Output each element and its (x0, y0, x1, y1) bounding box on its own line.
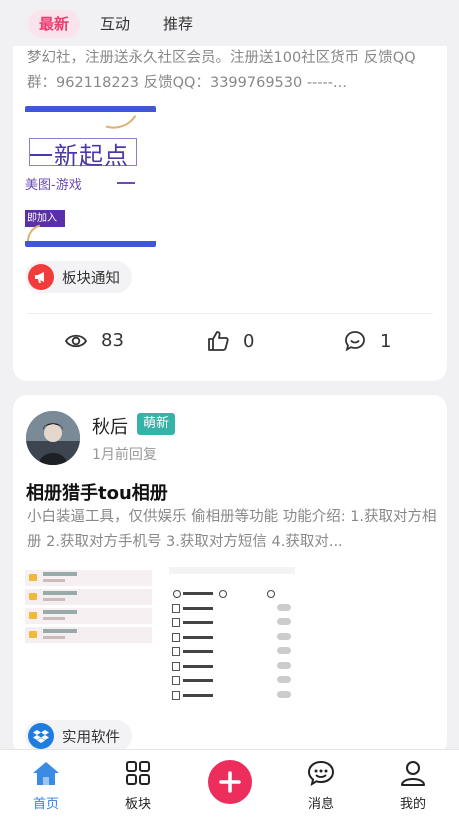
user-level-badge: 萌新 (137, 413, 176, 435)
post-card[interactable]: 秋后 萌新 1月前回复 相册猎手tou相册 小白装逼工具，仅供娱乐 偷相册等功能… (13, 395, 447, 755)
top-tab-bar: 最新 互动 推荐 (0, 0, 459, 46)
post-title[interactable]: 相册猎手tou相册 (26, 479, 168, 505)
like-count-value: 0 (243, 330, 255, 352)
tab-recommended[interactable]: 推荐 (163, 10, 193, 38)
nav-home-label: 首页 (32, 797, 59, 812)
comment-icon (345, 331, 365, 352)
view-count: 83 (65, 330, 124, 351)
thumbnail-dash (117, 182, 135, 184)
eye-icon (65, 334, 87, 347)
dropbox-icon (28, 723, 54, 749)
post-card[interactable]: 梦幻社，注册送永久社区会员。注册送100社区货币 反馈QQ群：962118223… (13, 0, 447, 381)
tab-interaction[interactable]: 互动 (100, 10, 130, 38)
new-post-button[interactable] (208, 760, 252, 804)
like-button[interactable]: 0 (207, 330, 254, 352)
post-timestamp: 1月前回复 (92, 447, 157, 463)
post-image[interactable] (169, 567, 295, 707)
chat-icon (307, 760, 335, 786)
grid-icon (126, 761, 150, 785)
category-tag[interactable]: 板块通知 (25, 261, 132, 293)
thumbnail-decoration (90, 106, 144, 135)
megaphone-icon (28, 264, 54, 290)
thumbs-up-icon (208, 331, 229, 351)
post-snippet: 梦幻社，注册送永久社区会员。注册送100社区货币 反馈QQ群：962118223… (27, 50, 416, 91)
stats-divider (27, 313, 433, 314)
thumbnail-subtitle: 美图-游戏 (25, 178, 82, 193)
user-icon (401, 761, 425, 786)
avatar[interactable] (26, 411, 80, 465)
nav-profile-label: 我的 (399, 797, 426, 812)
nav-boards-label: 板块 (124, 797, 151, 812)
category-tag-label: 板块通知 (62, 270, 120, 287)
nav-messages-label: 消息 (307, 797, 334, 812)
category-tag[interactable]: 实用软件 (25, 720, 132, 752)
thumbnail-headline: 一新起点 (29, 142, 129, 170)
comment-button[interactable]: 1 (344, 330, 391, 352)
post-thumbnail[interactable]: 一新起点 美图-游戏 即加入 (25, 106, 156, 247)
category-tag-label: 实用软件 (62, 729, 120, 746)
post-snippet: 小白装逼工具，仅供娱乐 偷相册等功能 功能介绍: 1.获取对方相册 2.获取对方… (27, 509, 437, 550)
post-image[interactable] (25, 567, 152, 707)
comment-count-value: 1 (380, 330, 392, 352)
thumbnail-bottom-bar (25, 241, 156, 247)
bottom-nav: 首页 板块 消息 我的 (0, 749, 459, 817)
tab-latest[interactable]: 最新 (28, 10, 80, 38)
home-icon (33, 762, 59, 785)
plus-icon (219, 771, 241, 793)
view-count-value: 83 (101, 330, 124, 351)
username[interactable]: 秋后 (92, 413, 128, 439)
